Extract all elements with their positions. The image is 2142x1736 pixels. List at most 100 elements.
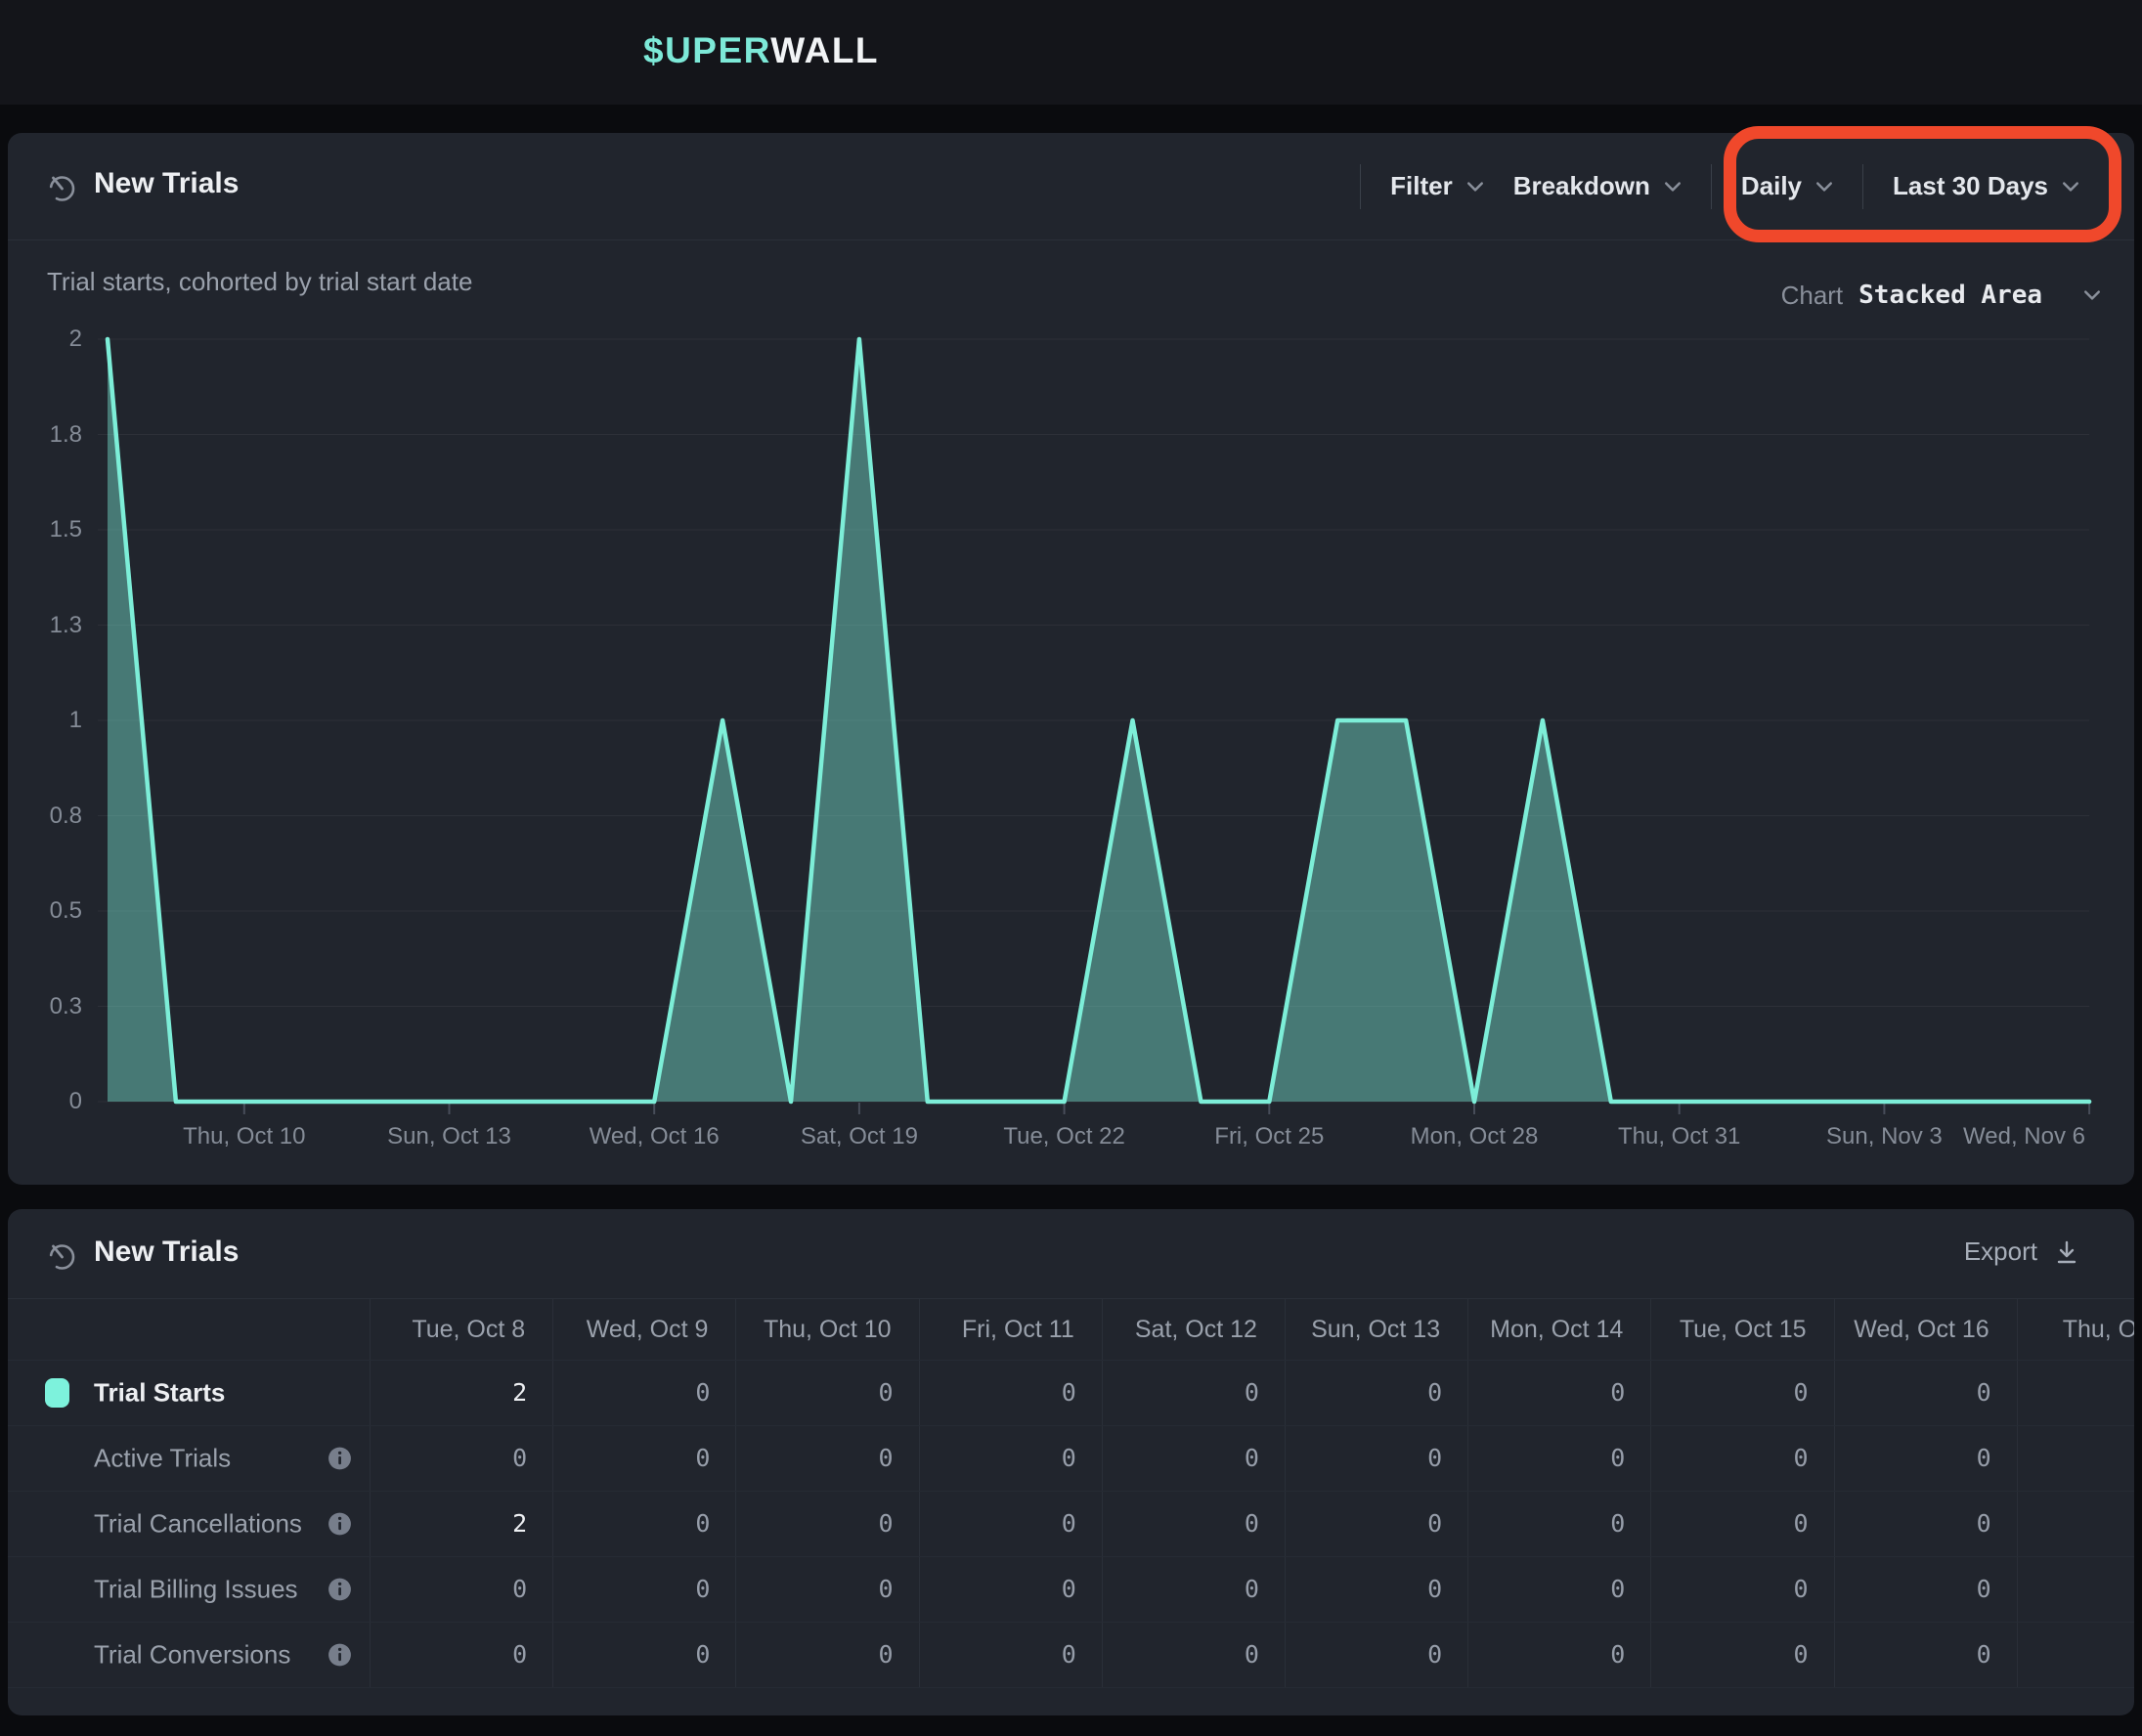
info-icon[interactable] bbox=[327, 1511, 353, 1538]
download-icon bbox=[2052, 1237, 2081, 1267]
value-cell: 0 bbox=[1102, 1557, 1285, 1622]
column-header: Thu, O bbox=[2017, 1299, 2134, 1360]
x-tick-label: Wed, Nov 6 bbox=[1963, 1122, 2085, 1151]
table-cell bbox=[8, 1299, 370, 1360]
value-cell: 0 bbox=[1834, 1426, 2017, 1491]
value-cell: 0 bbox=[552, 1492, 735, 1556]
value-cell: 0 bbox=[1285, 1623, 1467, 1687]
filter-button[interactable]: Filter bbox=[1390, 171, 1484, 201]
chevron-down-icon bbox=[1664, 181, 1682, 193]
chart-subtitle: Trial starts, cohorted by trial start da… bbox=[47, 267, 472, 297]
divider bbox=[1862, 164, 1863, 209]
column-header: Tue, Oct 15 bbox=[1650, 1299, 1833, 1360]
table-row: Trial Starts200000000 bbox=[8, 1361, 2134, 1426]
column-header: Sat, Oct 12 bbox=[1102, 1299, 1285, 1360]
value-cell: 0 bbox=[370, 1623, 552, 1687]
value-cell: 0 bbox=[1834, 1557, 2017, 1622]
table-header-row: Tue, Oct 8Wed, Oct 9Thu, Oct 10Fri, Oct … bbox=[8, 1298, 2134, 1361]
x-tick-label: Tue, Oct 22 bbox=[1003, 1122, 1125, 1151]
chart-controls: Filter Breakdown Daily Last 30 Days bbox=[1360, 133, 2079, 239]
row-label: Trial Billing Issues bbox=[94, 1575, 298, 1605]
x-tick-label: Thu, Oct 31 bbox=[1618, 1122, 1740, 1151]
value-cell: 0 bbox=[1102, 1623, 1285, 1687]
breakdown-label: Breakdown bbox=[1513, 171, 1650, 201]
value-cell: 0 bbox=[552, 1426, 735, 1491]
granularity-button[interactable]: Daily bbox=[1741, 171, 1833, 201]
new-trials-table-panel: New Trials Export Tue, Oct 8Wed, Oct 9Th… bbox=[8, 1209, 2134, 1715]
x-tick-label: Thu, Oct 10 bbox=[183, 1122, 305, 1151]
value-cell: 0 bbox=[1834, 1623, 2017, 1687]
row-label-cell: Active Trials bbox=[8, 1426, 370, 1491]
x-tick-label: Sat, Oct 19 bbox=[801, 1122, 918, 1151]
value-cell: 0 bbox=[1650, 1361, 1833, 1425]
divider bbox=[1360, 164, 1361, 209]
value-cell: 0 bbox=[919, 1492, 1102, 1556]
x-tick-label: Wed, Oct 16 bbox=[590, 1122, 720, 1151]
value-cell: 0 bbox=[1102, 1492, 1285, 1556]
value-cell: 2 bbox=[370, 1361, 552, 1425]
value-cell: 0 bbox=[1650, 1492, 1833, 1556]
y-tick-label: 2 bbox=[22, 325, 82, 354]
column-header: Thu, Oct 10 bbox=[735, 1299, 918, 1360]
value-cell: 0 bbox=[1285, 1492, 1467, 1556]
value-cell: 0 bbox=[1650, 1557, 1833, 1622]
table-cell bbox=[2017, 1426, 2134, 1491]
export-label: Export bbox=[1964, 1237, 2037, 1267]
table-row: Trial Cancellations200000000 bbox=[8, 1492, 2134, 1557]
table-cell bbox=[2017, 1557, 2134, 1622]
value-cell: 0 bbox=[1467, 1492, 1650, 1556]
divider bbox=[8, 239, 2134, 240]
value-cell: 0 bbox=[1650, 1623, 1833, 1687]
filter-label: Filter bbox=[1390, 171, 1453, 201]
info-icon[interactable] bbox=[327, 1446, 353, 1472]
value-cell: 0 bbox=[1650, 1426, 1833, 1491]
value-cell: 0 bbox=[919, 1623, 1102, 1687]
y-tick-label: 1.5 bbox=[22, 515, 82, 544]
table-row: Active Trials000000000 bbox=[8, 1426, 2134, 1492]
value-cell: 0 bbox=[552, 1623, 735, 1687]
table-panel-title: New Trials bbox=[94, 1236, 239, 1269]
row-label: Trial Cancellations bbox=[94, 1509, 302, 1540]
value-cell: 0 bbox=[552, 1361, 735, 1425]
value-cell: 0 bbox=[1834, 1361, 2017, 1425]
new-trials-chart-panel: New Trials Filter Breakdown Daily Last 3… bbox=[8, 133, 2134, 1185]
value-cell: 0 bbox=[370, 1426, 552, 1491]
table-cell bbox=[2017, 1492, 2134, 1556]
value-cell: 0 bbox=[1467, 1426, 1650, 1491]
breakdown-button[interactable]: Breakdown bbox=[1513, 171, 1682, 201]
row-label-cell: Trial Conversions bbox=[8, 1623, 370, 1687]
x-tick-label: Fri, Oct 25 bbox=[1214, 1122, 1324, 1151]
timer-icon bbox=[45, 170, 78, 203]
date-range-label: Last 30 Days bbox=[1893, 171, 2048, 201]
granularity-label: Daily bbox=[1741, 171, 1802, 201]
trials-data-table: Tue, Oct 8Wed, Oct 9Thu, Oct 10Fri, Oct … bbox=[8, 1298, 2134, 1688]
y-tick-label: 1.3 bbox=[22, 611, 82, 640]
chart-type-selector[interactable]: Chart Stacked Area bbox=[1781, 263, 2101, 327]
value-cell: 0 bbox=[370, 1557, 552, 1622]
x-tick-label: Sun, Nov 3 bbox=[1826, 1122, 1943, 1151]
value-cell: 0 bbox=[1285, 1557, 1467, 1622]
row-label-cell: Trial Starts bbox=[8, 1361, 370, 1425]
value-cell: 0 bbox=[735, 1492, 918, 1556]
column-header: Sun, Oct 13 bbox=[1285, 1299, 1467, 1360]
logo-secondary: WALL bbox=[770, 30, 879, 70]
value-cell: 0 bbox=[1467, 1557, 1650, 1622]
value-cell: 0 bbox=[919, 1426, 1102, 1491]
y-tick-label: 0 bbox=[22, 1087, 82, 1116]
column-header: Mon, Oct 14 bbox=[1467, 1299, 1650, 1360]
column-header: Tue, Oct 8 bbox=[370, 1299, 552, 1360]
table-cell bbox=[2017, 1361, 2134, 1425]
stacked-area-chart[interactable] bbox=[90, 328, 2119, 1116]
export-button[interactable]: Export bbox=[1964, 1237, 2081, 1267]
info-icon[interactable] bbox=[327, 1642, 353, 1669]
info-icon[interactable] bbox=[327, 1577, 353, 1603]
y-tick-label: 0.8 bbox=[22, 802, 82, 831]
topbar: $UPERWALL bbox=[0, 0, 2142, 105]
value-cell: 0 bbox=[735, 1623, 918, 1687]
chart-panel-header: New Trials Filter Breakdown Daily Last 3… bbox=[8, 133, 2134, 239]
superwall-logo: $UPERWALL bbox=[643, 30, 879, 71]
column-header: Fri, Oct 11 bbox=[919, 1299, 1102, 1360]
x-tick-label: Sun, Oct 13 bbox=[387, 1122, 511, 1151]
value-cell: 0 bbox=[1467, 1623, 1650, 1687]
date-range-button[interactable]: Last 30 Days bbox=[1893, 171, 2079, 201]
